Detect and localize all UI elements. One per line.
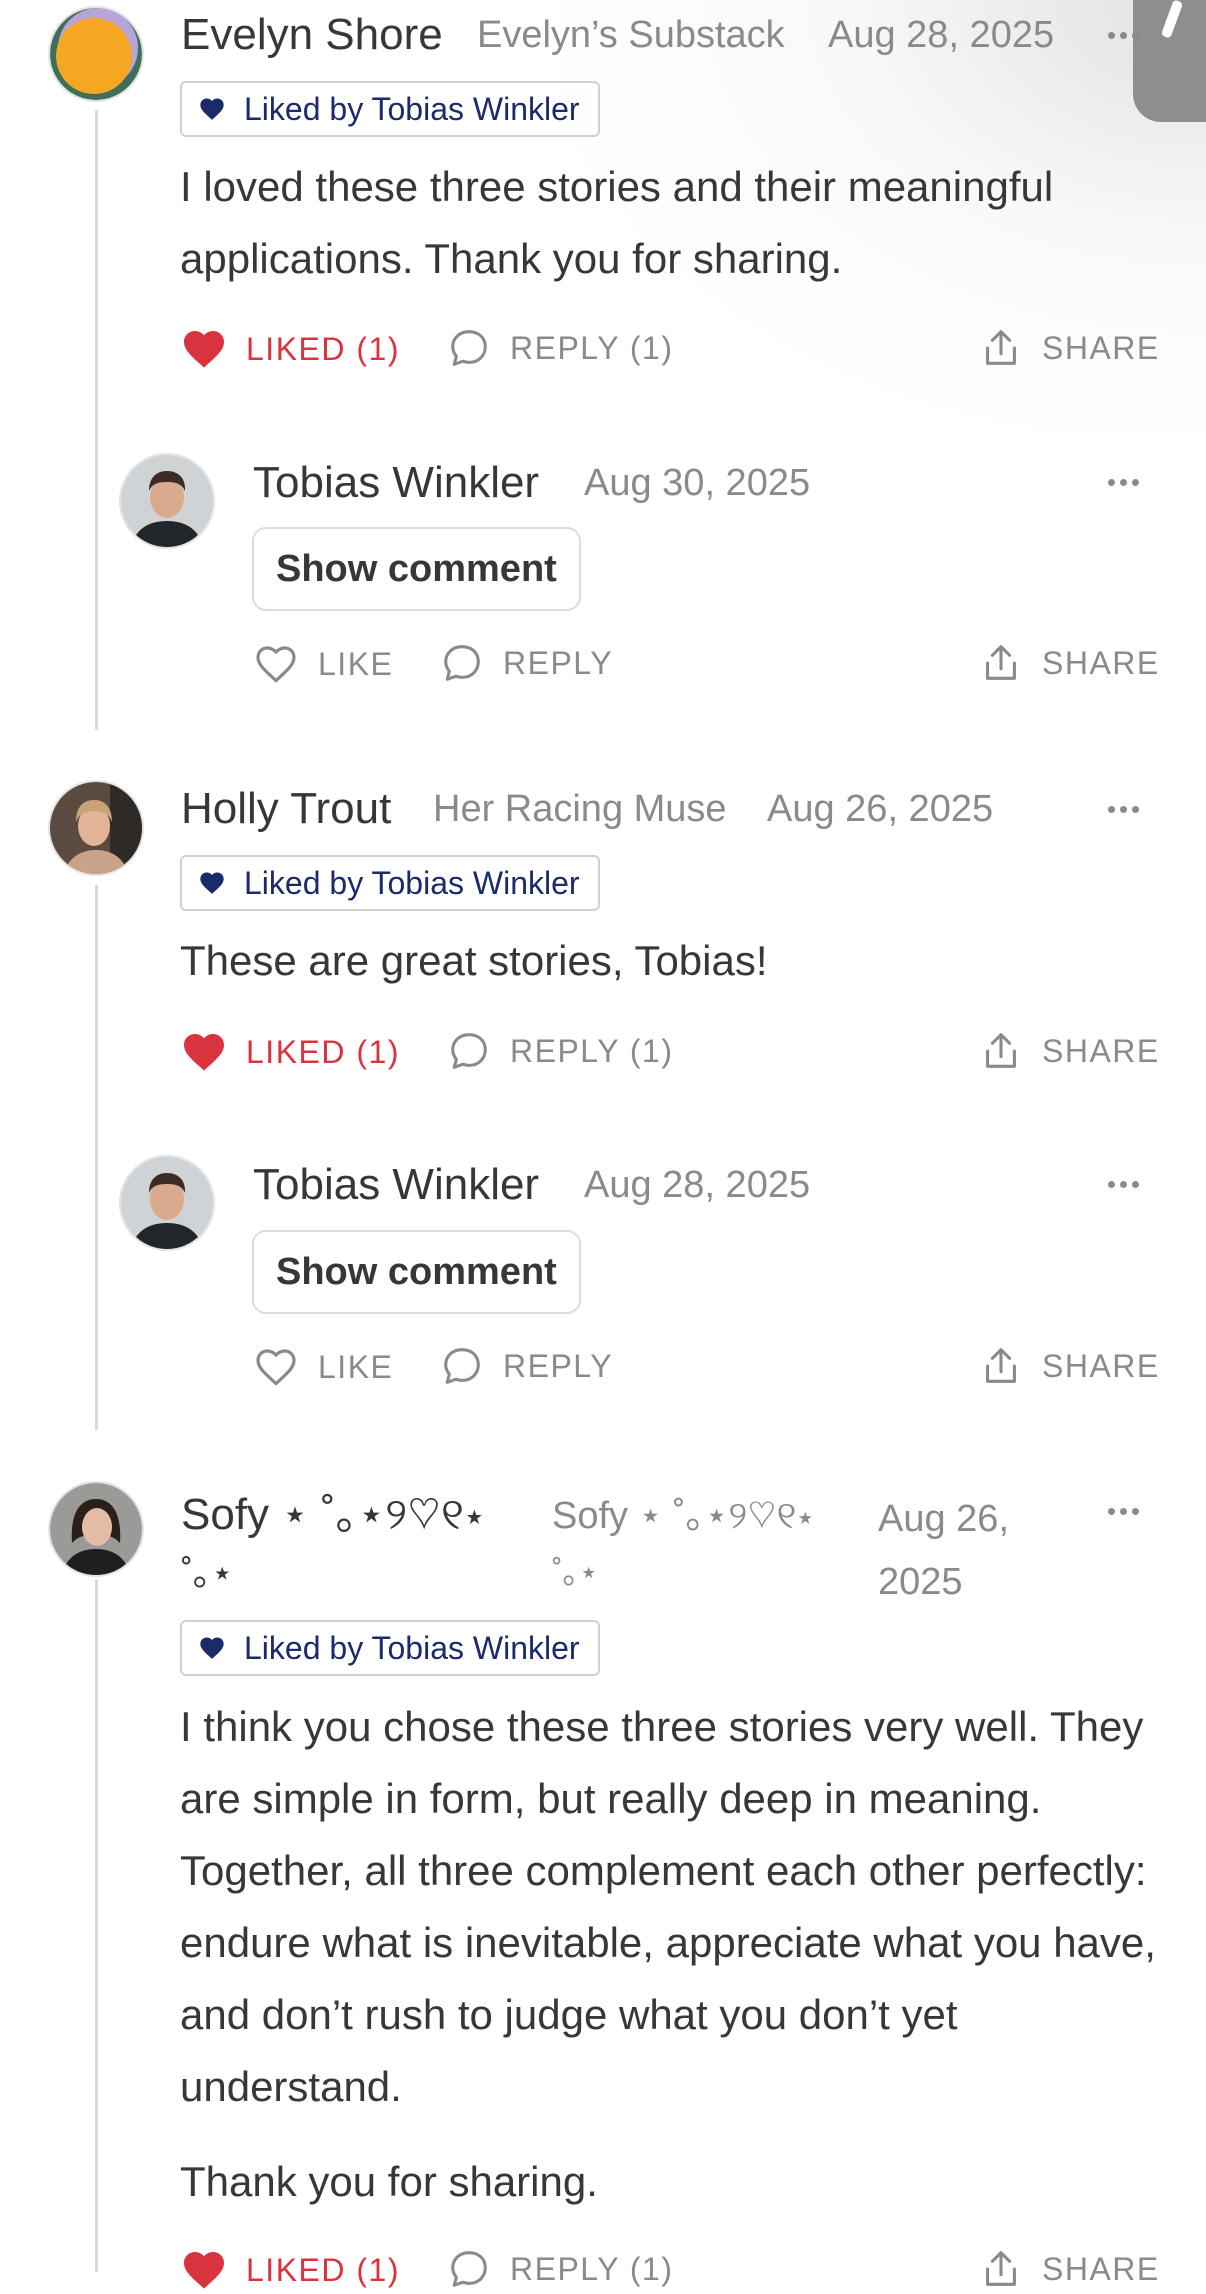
reply-label: REPLY (1) bbox=[510, 329, 674, 366]
comment-date[interactable]: Aug 26, 2025 bbox=[767, 788, 993, 831]
share-label: SHARE bbox=[1042, 644, 1160, 681]
comment-publication[interactable]: Sofy ⋆ ˚｡⋆୨♡୧⋆ ˚｡⋆ bbox=[552, 1488, 814, 1600]
comment-body: These are great stories, Tobias! bbox=[180, 937, 768, 984]
reply-date[interactable]: Aug 28, 2025 bbox=[584, 1164, 810, 1207]
reply-button[interactable]: REPLY bbox=[439, 640, 613, 686]
liked-by-label: Liked by Tobias Winkler bbox=[244, 1629, 580, 1666]
avatar-image bbox=[50, 1483, 142, 1575]
share-icon bbox=[978, 325, 1024, 371]
like-label: LIKED (1) bbox=[246, 1033, 400, 1070]
like-button[interactable]: LIKE bbox=[252, 1343, 393, 1391]
share-label: SHARE bbox=[1042, 329, 1160, 366]
chevron-left-icon bbox=[1160, 0, 1184, 39]
avatar[interactable] bbox=[50, 1483, 142, 1575]
more-options-icon[interactable] bbox=[1108, 479, 1139, 486]
share-label: SHARE bbox=[1042, 2250, 1160, 2287]
publication-line: ˚｡⋆ bbox=[552, 1554, 599, 1590]
like-button[interactable]: LIKED (1) bbox=[180, 2246, 400, 2294]
comment-publication[interactable]: Her Racing Muse bbox=[433, 788, 727, 831]
avatar-image bbox=[121, 1157, 213, 1249]
liked-by-label: Liked by Tobias Winkler bbox=[244, 90, 580, 127]
comment-bubble-icon bbox=[446, 2246, 492, 2292]
share-icon bbox=[978, 1028, 1024, 1074]
like-label: LIKE bbox=[318, 1348, 394, 1385]
heart-icon bbox=[180, 1028, 228, 1076]
avatar[interactable] bbox=[121, 455, 213, 547]
heart-outline-icon bbox=[252, 640, 300, 688]
share-button[interactable]: SHARE bbox=[978, 2246, 1160, 2292]
date-line: Aug 26, bbox=[878, 1498, 1009, 1540]
share-icon bbox=[978, 1343, 1024, 1389]
show-comment-button[interactable]: Show comment bbox=[252, 527, 581, 611]
share-label: SHARE bbox=[1042, 1347, 1160, 1384]
heart-icon bbox=[180, 325, 228, 373]
reply-button[interactable]: REPLY (1) bbox=[446, 1028, 673, 1074]
more-options-icon[interactable] bbox=[1108, 806, 1139, 813]
like-button[interactable]: LIKED (1) bbox=[180, 1028, 400, 1076]
like-button[interactable]: LIKED (1) bbox=[180, 325, 400, 373]
share-button[interactable]: SHARE bbox=[978, 1028, 1160, 1074]
author-line: ˚｡⋆ bbox=[181, 1552, 234, 1593]
reply-label: REPLY (1) bbox=[510, 1032, 674, 1069]
like-button[interactable]: LIKE bbox=[252, 640, 393, 688]
author-line: Sofy ⋆ ˚｡⋆୨♡୧⋆ bbox=[181, 1490, 485, 1539]
more-options-icon[interactable] bbox=[1108, 1181, 1139, 1188]
comment-author[interactable]: Holly Trout bbox=[181, 784, 391, 834]
like-label: LIKE bbox=[318, 645, 394, 682]
comment-author[interactable]: Sofy ⋆ ˚｡⋆୨♡୧⋆ ˚｡⋆ bbox=[181, 1486, 485, 1602]
comment-date[interactable]: Aug 28, 2025 bbox=[828, 14, 1054, 57]
reply-button[interactable]: REPLY bbox=[439, 1343, 613, 1389]
liked-by-badge: Liked by Tobias Winkler bbox=[180, 1620, 600, 1676]
avatar-image bbox=[50, 782, 142, 874]
heart-icon bbox=[198, 869, 226, 897]
heart-icon bbox=[198, 1634, 226, 1662]
reply-author[interactable]: Tobias Winkler bbox=[253, 1160, 539, 1210]
share-label: SHARE bbox=[1042, 1032, 1160, 1069]
show-comment-button[interactable]: Show comment bbox=[252, 1230, 581, 1314]
avatar-image bbox=[121, 455, 213, 547]
comment-bubble-icon bbox=[446, 1028, 492, 1074]
like-label: LIKED (1) bbox=[246, 2251, 400, 2288]
share-button[interactable]: SHARE bbox=[978, 640, 1160, 686]
more-options-icon[interactable] bbox=[1108, 1508, 1139, 1515]
share-icon bbox=[978, 2246, 1024, 2292]
heart-icon bbox=[198, 95, 226, 123]
back-tab[interactable] bbox=[1133, 0, 1206, 122]
reply-date[interactable]: Aug 30, 2025 bbox=[584, 462, 810, 505]
reply-label: REPLY (1) bbox=[510, 2250, 674, 2287]
reply-button[interactable]: REPLY (1) bbox=[446, 2246, 673, 2292]
like-label: LIKED (1) bbox=[246, 330, 400, 367]
more-options-icon[interactable] bbox=[1108, 32, 1139, 39]
thread-line bbox=[95, 1580, 98, 2272]
comment-body: I think you chose these three stories ve… bbox=[180, 1703, 1156, 2110]
thread-line bbox=[95, 885, 98, 1430]
share-icon bbox=[978, 640, 1024, 686]
reply-button[interactable]: REPLY (1) bbox=[446, 325, 673, 371]
reply-label: REPLY bbox=[503, 1347, 614, 1384]
liked-by-badge: Liked by Tobias Winkler bbox=[180, 81, 600, 137]
heart-outline-icon bbox=[252, 1343, 300, 1391]
comment-bubble-icon bbox=[439, 1343, 485, 1389]
share-button[interactable]: SHARE bbox=[978, 325, 1160, 371]
date-line: 2025 bbox=[878, 1561, 963, 1603]
liked-by-badge: Liked by Tobias Winkler bbox=[180, 855, 600, 911]
avatar[interactable] bbox=[50, 8, 142, 100]
share-button[interactable]: SHARE bbox=[978, 1343, 1160, 1389]
avatar-image bbox=[50, 8, 142, 100]
liked-by-label: Liked by Tobias Winkler bbox=[244, 864, 580, 901]
avatar[interactable] bbox=[50, 782, 142, 874]
publication-line: Sofy ⋆ ˚｡⋆୨♡୧⋆ bbox=[552, 1495, 815, 1537]
comment-body: Thank you for sharing. bbox=[180, 2158, 598, 2205]
comment-author[interactable]: Evelyn Shore bbox=[181, 10, 443, 60]
reply-label: REPLY bbox=[503, 644, 614, 681]
heart-icon bbox=[180, 2246, 228, 2294]
comment-bubble-icon bbox=[439, 640, 485, 686]
thread-line bbox=[95, 110, 98, 730]
avatar[interactable] bbox=[121, 1157, 213, 1249]
comment-date[interactable]: Aug 26, 2025 bbox=[878, 1488, 1009, 1614]
comment-body: I loved these three stories and their me… bbox=[180, 163, 1054, 282]
reply-author[interactable]: Tobias Winkler bbox=[253, 458, 539, 508]
comment-publication[interactable]: Evelyn’s Substack bbox=[477, 14, 785, 57]
comment-bubble-icon bbox=[446, 325, 492, 371]
